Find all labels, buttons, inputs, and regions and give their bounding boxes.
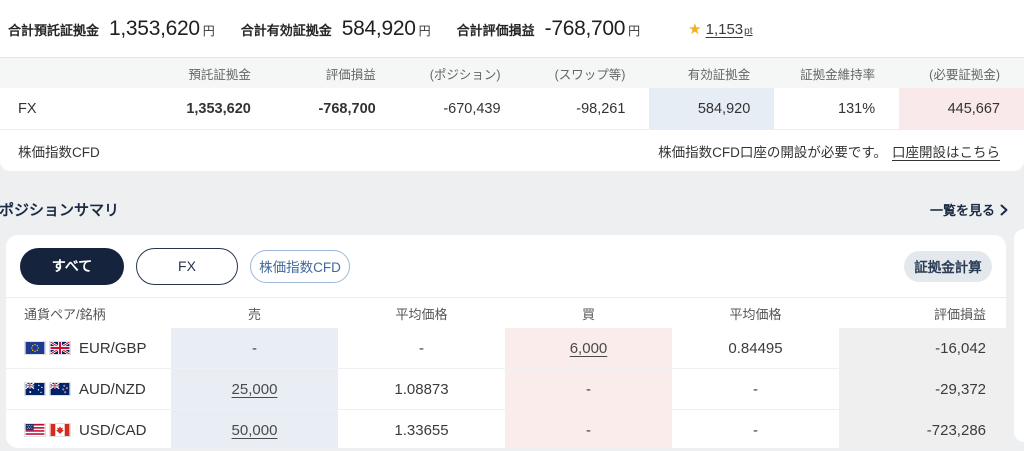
fx-maintenance-value: 131% xyxy=(774,88,899,129)
account-table-header: 預託証拠金 評価損益 (ポジション) (スワップ等) 有効証拠金 証拠金維持率 … xyxy=(0,57,1024,88)
open-account-link[interactable]: 口座開設はこちら xyxy=(892,141,1000,161)
sell-avg-cell: 1.08873 xyxy=(338,369,505,409)
nz-flag-icon xyxy=(49,382,71,396)
cfd-row-message: 株価指数CFD口座の開設が必要です。 口座開設はこちら xyxy=(150,130,1024,171)
fx-required-value: 445,667 xyxy=(899,88,1024,129)
pair-flags xyxy=(24,423,71,437)
total-deposit-label: 合計預託証拠金 xyxy=(8,20,99,39)
sell-qty-cell: 50,000 xyxy=(171,410,338,448)
pl-cell: -723,286 xyxy=(839,410,1006,448)
fx-swap-value: -98,261 xyxy=(525,88,650,129)
summary-bar: 合計預託証拠金 1,353,620 円 合計有効証拠金 584,920 円 合計… xyxy=(0,0,1024,57)
trading-dashboard: 合計預託証拠金 1,353,620 円 合計有効証拠金 584,920 円 合計… xyxy=(0,0,1024,451)
col-header-pair: 通貨ペア/銘柄 xyxy=(6,298,171,328)
total-effective-label: 合計有効証拠金 xyxy=(241,20,332,39)
col-header-maintenance: 証拠金維持率 xyxy=(774,58,899,88)
pair-flags xyxy=(24,382,71,396)
buy-avg-cell: 0.84495 xyxy=(672,328,839,368)
margin-calc-button[interactable]: 証拠金計算 xyxy=(904,251,992,282)
position-summary-header: ポジションサマリ 一覧を見る xyxy=(0,171,1024,235)
col-header-pl: 評価損益 xyxy=(275,58,400,88)
pl-cell: -16,042 xyxy=(839,328,1006,368)
col-header-deposit: 預託証拠金 xyxy=(150,58,275,88)
next-card-sliver xyxy=(1014,229,1024,442)
account-summary-card: 合計預託証拠金 1,353,620 円 合計有効証拠金 584,920 円 合計… xyxy=(0,0,1024,171)
buy-qty-cell: - xyxy=(505,410,672,448)
cfd-row-label: 株価指数CFD xyxy=(0,130,150,171)
col-header-sell-avg: 平均価格 xyxy=(338,298,505,328)
points-unit: pt xyxy=(744,26,752,37)
position-table-header: 通貨ペア/銘柄 売 平均価格 買 平均価格 評価損益 xyxy=(6,297,1006,328)
star-icon: ★ xyxy=(688,20,701,38)
table-row-audnzd: AUD/NZD 25,000 1.08873 - - -29,372 xyxy=(6,369,1006,410)
cfd-account-row: 株価指数CFD 株価指数CFD口座の開設が必要です。 口座開設はこちら xyxy=(0,130,1024,171)
col-header-buy: 買 xyxy=(505,298,672,328)
sell-qty-cell: 25,000 xyxy=(171,369,338,409)
fx-pl-value: -768,700 xyxy=(275,88,400,129)
pair-label: USD/CAD xyxy=(79,422,147,439)
table-row-eurgbp: EUR/GBP - - 6,000 0.84495 -16,042 xyxy=(6,328,1006,369)
fx-position-value: -670,439 xyxy=(400,88,525,129)
col-header-sell: 売 xyxy=(171,298,338,328)
cfd-message-text: 株価指数CFD口座の開設が必要です。 xyxy=(658,141,887,161)
gb-flag-icon xyxy=(49,341,71,355)
col-header-effective: 有効証拠金 xyxy=(649,58,774,88)
col-header-required: (必要証拠金) xyxy=(899,58,1024,88)
pair-cell: AUD/NZD xyxy=(6,369,171,409)
buy-qty-cell: 6,000 xyxy=(505,328,672,368)
buy-avg-cell: - xyxy=(672,410,839,448)
total-pl-value: -768,700 xyxy=(545,17,626,41)
table-row-usdcad: USD/CAD 50,000 1.33655 - - -723,286 xyxy=(6,410,1006,448)
pair-label: EUR/GBP xyxy=(79,340,147,357)
pair-flags xyxy=(24,341,71,355)
pair-label: AUD/NZD xyxy=(79,381,146,398)
buy-qty-cell: - xyxy=(505,369,672,409)
total-deposit-unit: 円 xyxy=(203,22,215,39)
sell-avg-cell: 1.33655 xyxy=(338,410,505,448)
chevron-right-icon xyxy=(1000,204,1008,216)
sell-qty-link[interactable]: 25,000 xyxy=(232,381,278,398)
fx-account-row: FX 1,353,620 -768,700 -670,439 -98,261 5… xyxy=(0,88,1024,130)
tab-fx[interactable]: FX xyxy=(136,248,238,285)
total-deposit-margin: 合計預託証拠金 1,353,620 円 xyxy=(8,17,215,41)
sell-qty-cell: - xyxy=(171,328,338,368)
total-unrealized-pl: 合計評価損益 -768,700 円 xyxy=(457,17,641,41)
pair-cell: EUR/GBP xyxy=(6,328,171,368)
view-all-label: 一覧を見る xyxy=(930,200,995,219)
pair-cell: USD/CAD xyxy=(6,410,171,448)
view-all-link[interactable]: 一覧を見る xyxy=(930,200,1008,219)
total-pl-label: 合計評価損益 xyxy=(457,20,535,39)
col-header-buy-avg: 平均価格 xyxy=(672,298,839,328)
col-header-position: (ポジション) xyxy=(400,58,525,88)
buy-avg-cell: - xyxy=(672,369,839,409)
tab-all[interactable]: すべて xyxy=(20,248,124,285)
page-title: ポジションサマリ xyxy=(0,199,119,220)
total-effective-margin: 合計有効証拠金 584,920 円 xyxy=(241,17,431,41)
points-link[interactable]: ★ 1,153 pt xyxy=(688,20,752,38)
sell-qty-link[interactable]: 50,000 xyxy=(232,422,278,439)
ca-flag-icon xyxy=(49,423,71,437)
pl-cell: -29,372 xyxy=(839,369,1006,409)
fx-row-label: FX xyxy=(0,88,150,129)
us-flag-icon xyxy=(24,423,46,437)
col-header-blank xyxy=(0,58,150,88)
fx-effective-value: 584,920 xyxy=(649,88,774,129)
filter-tabs: すべて FX 株価指数CFD 証拠金計算 xyxy=(6,235,1006,297)
sell-avg-cell: - xyxy=(338,328,505,368)
col-header-swap: (スワップ等) xyxy=(525,58,650,88)
position-summary-card: すべて FX 株価指数CFD 証拠金計算 通貨ペア/銘柄 売 平均価格 買 平均… xyxy=(6,235,1006,448)
points-value: 1,153 xyxy=(706,21,744,38)
fx-deposit-value: 1,353,620 xyxy=(150,88,275,129)
col-header-pl: 評価損益 xyxy=(839,298,1006,328)
au-flag-icon xyxy=(24,382,46,396)
buy-qty-link[interactable]: 6,000 xyxy=(570,340,608,357)
eu-flag-icon xyxy=(24,341,46,355)
total-deposit-value: 1,353,620 xyxy=(109,17,200,41)
tab-cfd[interactable]: 株価指数CFD xyxy=(250,250,350,283)
total-effective-unit: 円 xyxy=(419,22,431,39)
total-effective-value: 584,920 xyxy=(342,17,416,41)
total-pl-unit: 円 xyxy=(628,22,640,39)
